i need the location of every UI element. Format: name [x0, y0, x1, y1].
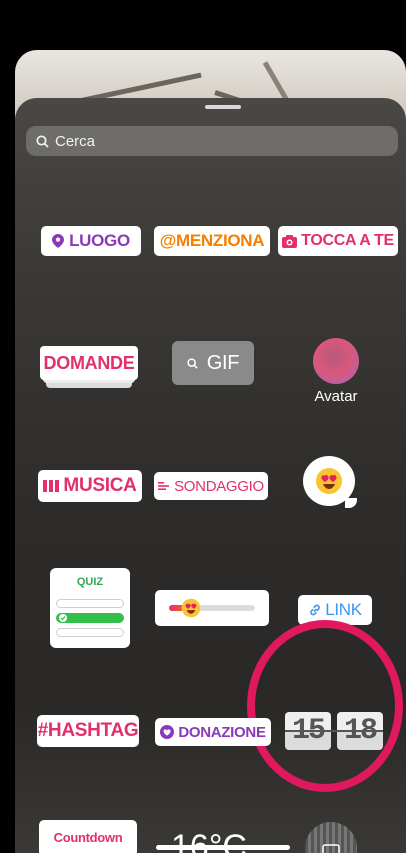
hashtag-label: #HASHTAG — [37, 720, 139, 741]
emoji-slider-bubble-sticker[interactable] — [303, 456, 367, 512]
luogo-label: LUOGO — [69, 231, 130, 250]
music-bars-icon — [43, 480, 60, 492]
quiz-option-3 — [56, 628, 124, 637]
quiz-label: QUIZ — [76, 576, 104, 588]
photo-sticker[interactable] — [305, 822, 357, 853]
search-icon — [36, 134, 49, 148]
search-placeholder: Cerca — [55, 132, 96, 150]
drag-handle[interactable] — [205, 105, 241, 109]
avatar-sticker[interactable]: Avatar — [303, 338, 379, 408]
gif-label: GIF — [206, 351, 240, 374]
musica-label: MUSICA — [63, 475, 137, 496]
avatar-label: Avatar — [314, 388, 358, 405]
countdown-sticker[interactable]: Countdown — [39, 820, 137, 853]
menziona-sticker[interactable]: @MENZIONA — [154, 226, 270, 256]
sondaggio-label: SONDAGGIO — [174, 477, 264, 495]
hashtag-sticker[interactable]: #HASHTAG — [37, 715, 139, 747]
heart-eyes-emoji-icon — [181, 598, 201, 618]
donation-heart-icon — [160, 725, 175, 739]
link-icon — [310, 604, 321, 616]
check-icon — [59, 614, 67, 622]
poll-icon — [158, 482, 170, 490]
search-icon — [187, 357, 198, 369]
home-indicator — [156, 845, 290, 850]
donazione-label: DONAZIONE — [178, 723, 266, 741]
emoji-slider-sticker[interactable] — [155, 590, 269, 626]
time-sticker[interactable]: 15 18 — [285, 712, 385, 750]
musica-sticker[interactable]: MUSICA — [38, 470, 142, 502]
sondaggio-sticker[interactable]: SONDAGGIO — [154, 472, 268, 500]
image-icon — [322, 844, 340, 853]
quiz-option-1 — [56, 599, 124, 608]
phone-screen: Cerca LUOGO @MENZIONA TOCCA A TE DOMANDE… — [15, 0, 406, 853]
avatar — [313, 338, 359, 384]
search-bar[interactable]: Cerca — [26, 126, 398, 156]
domande-label: DOMANDE — [43, 352, 135, 373]
domande-sticker[interactable]: DOMANDE — [40, 346, 138, 392]
tocca-a-te-sticker[interactable]: TOCCA A TE — [278, 226, 398, 256]
countdown-label: Countdown — [53, 830, 123, 845]
location-pin-icon — [52, 234, 65, 248]
gif-sticker[interactable]: GIF — [172, 341, 254, 385]
menziona-label: @MENZIONA — [159, 231, 265, 250]
link-label: LINK — [325, 600, 362, 619]
tocca-a-te-label: TOCCA A TE — [301, 232, 394, 249]
quiz-sticker[interactable]: QUIZ — [50, 568, 130, 648]
highlight-circle — [247, 620, 403, 792]
luogo-sticker[interactable]: LUOGO — [41, 226, 141, 256]
heart-eyes-emoji-icon — [316, 468, 342, 494]
camera-icon — [282, 234, 298, 248]
donazione-sticker[interactable]: DONAZIONE — [155, 718, 271, 746]
sticker-tray: Cerca LUOGO @MENZIONA TOCCA A TE DOMANDE… — [15, 98, 406, 853]
